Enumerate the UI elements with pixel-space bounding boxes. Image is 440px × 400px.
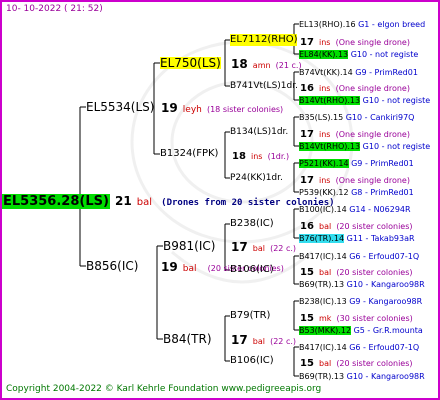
gen4-info: G9 - PrimRed01 (351, 159, 414, 168)
gen3-name-3[interactable]: P24(KK)1dr. (230, 172, 283, 184)
gen1-top-info: 19 leyh (18 sister colonies) (161, 101, 283, 116)
gen1-bottom-name[interactable]: B856(IC) (86, 260, 138, 272)
gen4-name: B417(IC).14 (299, 343, 347, 352)
gen4-name: B35(LS).15 (299, 113, 344, 122)
gen4-name: P539(KK).12 (299, 188, 349, 197)
footer-copyright: Copyright 2004-2022 © Karl Kehrle Founda… (6, 384, 322, 394)
gen4-info: G10 - not registe (350, 50, 419, 59)
gen4-name: B74Vt(KK).14 (299, 68, 353, 77)
gen4-info: G10 - not registe (362, 96, 431, 105)
gen4-info: G10 - Cankiri97Q (345, 113, 415, 122)
gen1-bottom-num: 19 (161, 260, 178, 274)
gen4-row-0[interactable]: EL13(RHO).16 G1 - elgon breed (299, 19, 425, 31)
gen4-name: B417(IC).14 (299, 252, 347, 261)
root-node: EL5356.28(LS) 21 bal (Drones from 20 sis… (2, 194, 335, 209)
gen4-info: G10 - Kangaroo98R (346, 280, 425, 289)
gen4-row-2[interactable]: B74Vt(KK).14 G9 - PrimRed01 (299, 67, 418, 79)
gen4-info: G6 - Erfoud07-1Q (349, 252, 420, 261)
gen1-bottom-mark: bal (182, 264, 197, 274)
gen4-info: G10 - not registe (362, 142, 431, 151)
gen2-info-2: 17 bal (22 c.) (231, 240, 296, 254)
gen4-name: B53(MKK).12 (299, 326, 352, 335)
gen3-info-1: 16 ins (One single drone) (300, 83, 410, 94)
gen4-row-3[interactable]: B14Vt(RHO).13 G10 - not registe (299, 95, 430, 107)
gen2-info-0: 18 amn (21 c.) (231, 57, 302, 71)
root-name[interactable]: EL5356.28(LS) (2, 194, 110, 209)
gen4-name: B69(TR).13 (299, 280, 345, 289)
gen2-info-3: 17 bal (22 c.) (231, 333, 296, 347)
gen4-row-4[interactable]: B35(LS).15 G10 - Cankiri97Q (299, 112, 414, 124)
gen3-name-0[interactable]: EL7112(RHO) (230, 34, 298, 46)
gen4-row-14[interactable]: B417(IC).14 G6 - Erfoud07-1Q (299, 342, 419, 354)
gen4-row-13[interactable]: B53(MKK).12 G5 - Gr.R.mounta (299, 325, 423, 337)
gen4-name: P521(KK).14 (299, 159, 349, 168)
gen4-row-5[interactable]: B14Vt(RHO).13 G10 - not registe (299, 141, 430, 153)
gen1-top-mark: leyh (182, 105, 202, 115)
gen4-row-9[interactable]: B76(TR).14 G11 - Takab93aR (299, 233, 415, 245)
gen3-name-5[interactable]: B106(IC) (230, 264, 274, 276)
gen1-top-note: (18 sister colonies) (206, 105, 284, 114)
gen4-info: G5 - Gr.R.mounta (353, 326, 423, 335)
gen4-name: B69(TR).13 (299, 372, 345, 381)
gen4-info: G11 - Takab93aR (346, 234, 415, 243)
gen3-info-0: 17 ins (One single drone) (300, 37, 410, 48)
gen4-name: EL84(KK).13 (299, 50, 349, 59)
gen4-name: B238(IC).13 (299, 297, 347, 306)
gen3-name-4[interactable]: B238(IC) (230, 218, 274, 230)
gen4-row-10[interactable]: B417(IC).14 G6 - Erfoud07-1Q (299, 251, 419, 263)
report-date: 10- 10-2022 ( 21: 52) (6, 4, 103, 14)
pedigree-chart: 10- 10-2022 ( 21: 52) EL5356.28(LS) 21 b… (0, 0, 440, 400)
gen4-info: G1 - elgon breed (358, 20, 426, 29)
gen3-info-7: 15 bal (20 sister colonies) (300, 358, 413, 369)
gen3-name-2[interactable]: B134(LS)1dr. (230, 126, 288, 138)
gen4-row-6[interactable]: P521(KK).14 G9 - PrimRed01 (299, 158, 414, 170)
gen4-row-12[interactable]: B238(IC).13 G9 - Kangaroo98R (299, 296, 422, 308)
gen1-top-num: 19 (161, 101, 178, 115)
gen3-info-4: 16 bal (20 sister colonies) (300, 221, 413, 232)
gen2-name-3[interactable]: B84(TR) (163, 333, 212, 345)
gen4-row-1[interactable]: EL84(KK).13 G10 - not registe (299, 49, 418, 61)
gen4-info: G6 - Erfoud07-1Q (349, 343, 420, 352)
gen3-info-3: 17 ins (One single drone) (300, 175, 410, 186)
gen1-top-name[interactable]: EL5534(LS) (86, 101, 154, 113)
gen4-row-7[interactable]: P539(KK).12 G8 - PrimRed01 (299, 187, 414, 199)
root-mark: bal (136, 197, 153, 208)
gen4-name: B14Vt(RHO).13 (299, 96, 361, 105)
gen4-row-8[interactable]: B100(IC).14 G14 - N06294R (299, 204, 411, 216)
gen4-row-15[interactable]: B69(TR).13 G10 - Kangaroo98R (299, 371, 425, 383)
gen2-name-1[interactable]: B1324(FPK) (160, 148, 218, 160)
root-num: 21 (115, 194, 132, 208)
gen4-row-11[interactable]: B69(TR).13 G10 - Kangaroo98R (299, 279, 425, 291)
gen4-name: B100(IC).14 (299, 205, 347, 214)
gen4-info: G14 - N06294R (349, 205, 411, 214)
gen3-name-6[interactable]: B79(TR) (230, 310, 270, 322)
gen3-name-7[interactable]: B106(IC) (230, 355, 274, 367)
gen4-info: G10 - Kangaroo98R (346, 372, 425, 381)
gen4-name: EL13(RHO).16 (299, 20, 356, 29)
gen2-name-2[interactable]: B981(IC) (163, 240, 215, 252)
gen4-name: B14Vt(RHO).13 (299, 142, 361, 151)
gen3-info-2: 17 ins (One single drone) (300, 129, 410, 140)
gen4-name: B76(TR).14 (299, 234, 345, 243)
gen4-info: G8 - PrimRed01 (351, 188, 414, 197)
gen4-info: G9 - Kangaroo98R (349, 297, 423, 306)
gen3-info-5: 15 bal (20 sister colonies) (300, 267, 413, 278)
gen4-info: G9 - PrimRed01 (355, 68, 418, 77)
gen2-info-1: 18 ins (1dr.) (232, 151, 290, 162)
gen2-name-0[interactable]: EL750(LS) (160, 57, 221, 69)
gen3-name-1[interactable]: B741Vt(LS)1dr. (230, 80, 298, 92)
gen3-info-6: 15 mk (30 sister colonies) (300, 313, 413, 324)
